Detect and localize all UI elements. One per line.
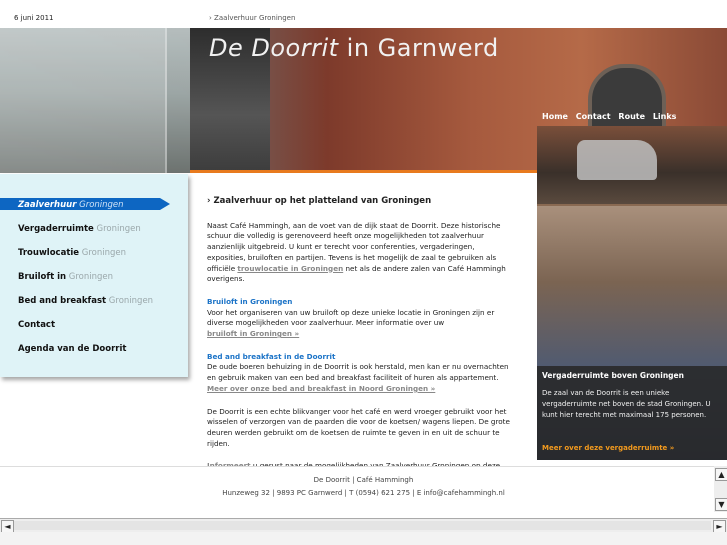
sidebar-item-bed-and-breakfast[interactable]: Bed and breakfast Groningen [18, 296, 153, 306]
sidebar-item-bruiloft[interactable]: Bruiloft in Groningen [18, 272, 113, 282]
sidebar-item-contact[interactable]: Contact [18, 320, 55, 330]
sidebar-item-sublabel: Groningen [66, 272, 114, 282]
nav-home[interactable]: Home [542, 112, 568, 121]
intro-paragraph: Naast Café Hammingh, aan de voet van de … [207, 221, 512, 285]
bruiloft-link[interactable]: bruiloft in Groningen » [207, 329, 299, 338]
banner-photo-glass-door [0, 28, 190, 173]
sidebar-item-zaalverhuur[interactable]: Zaalverhuur Groningen [18, 200, 124, 210]
nav-links[interactable]: Links [653, 112, 677, 121]
history-paragraph: De Doorrit is een echte blikvanger voor … [207, 406, 510, 448]
sidebar-item-label: Bruiloft in [18, 272, 67, 282]
sidebar-item-vergaderruimte[interactable]: Vergaderruimte Groningen [18, 224, 141, 234]
photo-caption: Vergaderruimte boven Groningen De zaal v… [537, 366, 727, 460]
site-title: De Doorrit in Garnwerd [209, 34, 499, 62]
bnb-section: Bed and breakfast in de Doorrit De oude … [207, 352, 512, 395]
main-content: › Zaalverhuur op het platteland van Gron… [207, 196, 512, 495]
scroll-track[interactable] [14, 521, 711, 530]
caption-title: Vergaderruimte boven Groningen [542, 371, 684, 380]
footer-name: De Doorrit | Café Hammingh [313, 476, 414, 484]
sidebar-item-label: Bed and breakfast [18, 296, 107, 306]
footer-address: Hunzeweg 32 | 9893 PC Garnwerd | T (0594… [222, 489, 505, 497]
footer: De Doorrit | Café Hammingh Hunzeweg 32 |… [0, 466, 727, 509]
top-nav: Home Contact Route Links [542, 112, 681, 121]
sidebar-item-sublabel: Groningen [93, 224, 141, 234]
sidebar-item-trouwlocatie[interactable]: Trouwlocatie Groningen [18, 248, 126, 258]
horizontal-scrollbar[interactable]: ◄ ► [0, 518, 727, 533]
bruiloft-text: Voor het organiseren van uw bruiloft op … [207, 307, 495, 328]
breadcrumb: › Zaalverhuur Groningen [209, 14, 296, 22]
sidebar-item-agenda[interactable]: Agenda van de Doorrit [18, 344, 126, 354]
sidebar-item-sublabel: Groningen [76, 200, 124, 210]
vergaderruimte-link[interactable]: Meer over deze vergaderruimte » [542, 444, 674, 452]
sidebar-item-label: Zaalverhuur [18, 200, 77, 210]
date-label: 6 juni 2011 [14, 14, 54, 22]
site-title-rest: in Garnwerd [338, 34, 499, 62]
sidebar-item-label: Agenda van de Doorrit [18, 344, 127, 354]
sidebar-item-label: Vergaderruimte [18, 224, 94, 234]
page-title: › Zaalverhuur op het platteland van Gron… [207, 196, 432, 206]
sidebar-item-sublabel: Groningen [106, 296, 154, 306]
side-photos: Vergaderruimte boven Groningen De zaal v… [537, 126, 727, 460]
scroll-up-icon[interactable]: ▲ [715, 468, 727, 481]
nav-route[interactable]: Route [618, 112, 645, 121]
bruiloft-heading[interactable]: Bruiloft in Groningen [207, 297, 512, 308]
sidebar-item-label: Trouwlocatie [18, 248, 80, 258]
scroll-down-icon[interactable]: ▼ [715, 498, 727, 511]
sidebar-menu: Zaalverhuur Groningen Vergaderruimte Gro… [0, 174, 188, 377]
sidebar-item-label: Contact [18, 320, 56, 330]
bnb-link[interactable]: Meer over onze bed and breakfast in Noor… [207, 384, 435, 393]
caption-text: De zaal van de Doorrit is een unieke ver… [542, 389, 711, 419]
tractor-photo [537, 126, 727, 204]
nav-contact[interactable]: Contact [576, 112, 611, 121]
bruiloft-section: Bruiloft in Groningen Voor het organiser… [207, 297, 512, 340]
vertical-scrollbar[interactable]: ▲ ▼ [714, 466, 727, 512]
window-bottom-strip [0, 532, 727, 545]
bnb-heading[interactable]: Bed and breakfast in de Doorrit [207, 352, 512, 363]
site-title-italic: De Doorrit [209, 34, 339, 62]
bnb-text: De oude boeren behuizing in de Doorrit i… [207, 362, 509, 383]
trouwlocatie-link[interactable]: trouwlocatie in Groningen [237, 264, 343, 273]
sidebar-item-sublabel: Groningen [79, 248, 127, 258]
top-bar: 6 juni 2011 › Zaalverhuur Groningen [0, 0, 727, 28]
